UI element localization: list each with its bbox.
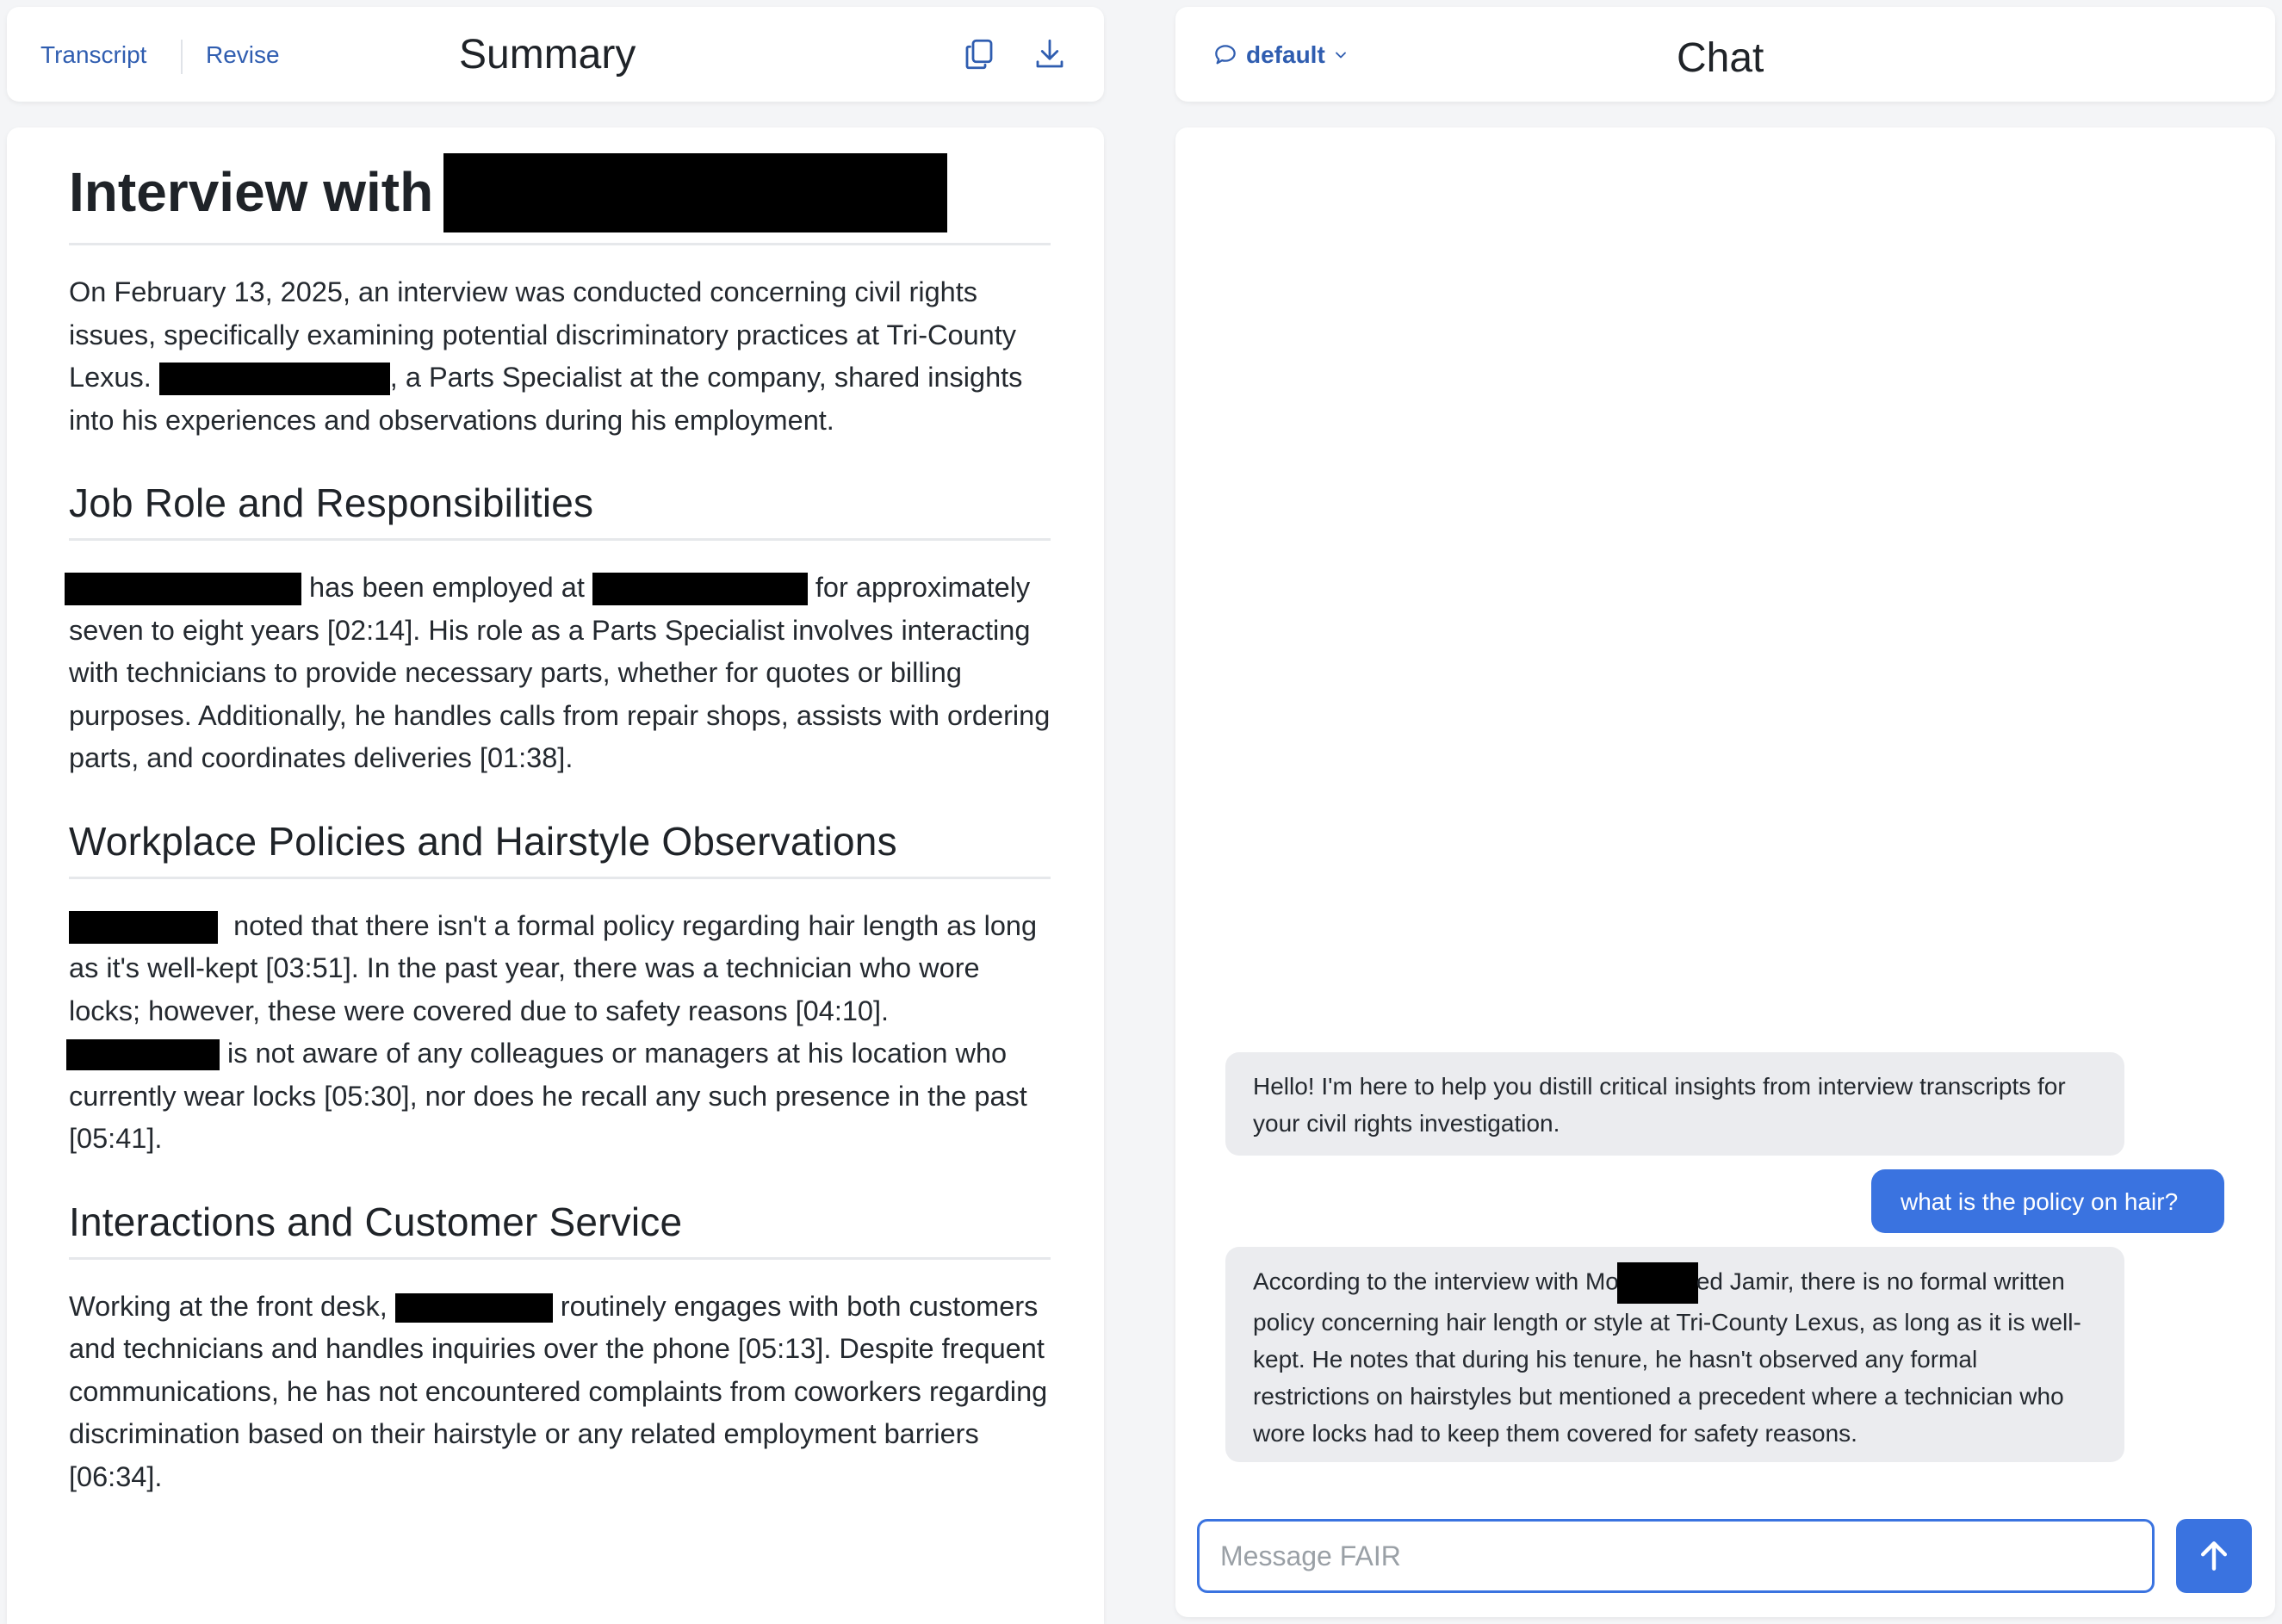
message-input[interactable] (1197, 1519, 2155, 1593)
summary-panel: Transcript Revise Summary Interview with… (7, 0, 1104, 1624)
policies-paragraph: noted that there isn't a formal policy r… (66, 905, 1051, 1161)
section-heading-interactions: Interactions and Customer Service (69, 1199, 1051, 1260)
send-button[interactable] (2176, 1519, 2252, 1593)
summary-title: Summary (459, 32, 636, 77)
chat-panel: default Chat Hello! I'm here to help you… (1175, 0, 2275, 1624)
model-selector[interactable]: default (1212, 41, 1349, 69)
bot-message-text: Hello! I'm here to help you distill crit… (1253, 1073, 2066, 1137)
chat-title: Chat (1677, 35, 1764, 81)
chat-header: default Chat (1175, 7, 2275, 102)
section-heading-job-role: Job Role and Responsibilities (69, 480, 1051, 541)
redaction-block (592, 573, 808, 606)
job-role-text-a: has been employed at (309, 572, 585, 603)
intro-paragraph: On February 13, 2025, an interview was c… (69, 271, 1051, 442)
redaction-block (158, 363, 390, 396)
redaction-block (1616, 1262, 1698, 1304)
user-message: what is the policy on hair? (1871, 1169, 2224, 1233)
header-divider (181, 40, 183, 74)
job-role-paragraph: has been employed at for approximately s… (65, 567, 1051, 780)
interactions-text-a: Working at the front desk, (69, 1290, 388, 1322)
bot-message-text-before: According to the interview with Mo (1253, 1268, 1619, 1295)
chevron-down-icon (1332, 46, 1349, 64)
document-title-text: Interview with (69, 161, 434, 224)
document-title: Interview with (69, 153, 1051, 245)
download-icon[interactable] (1032, 36, 1068, 72)
arrow-up-icon (2195, 1537, 2233, 1575)
redaction-block (394, 1292, 553, 1323)
copy-icon[interactable] (961, 36, 997, 72)
redaction-block (69, 910, 218, 944)
revise-link[interactable]: Revise (206, 41, 280, 69)
summary-document: Interview with On February 13, 2025, an … (7, 127, 1104, 1624)
chat-bubble-icon (1212, 41, 1239, 69)
document-content: Interview with On February 13, 2025, an … (65, 153, 1051, 1499)
bot-message: According to the interview with Mo ed Jam… (1225, 1247, 2124, 1462)
interactions-paragraph: Working at the front desk, routinely eng… (69, 1286, 1051, 1499)
user-message-text: what is the policy on hair? (1901, 1188, 2179, 1215)
bot-message: Hello! I'm here to help you distill crit… (1225, 1052, 2124, 1156)
transcript-link[interactable]: Transcript (40, 41, 146, 69)
summary-header: Transcript Revise Summary (7, 7, 1104, 102)
redaction-block (65, 573, 301, 606)
redaction-block (66, 1039, 220, 1071)
section-heading-workplace-policies: Workplace Policies and Hairstyle Observa… (69, 818, 1051, 879)
chat-body: Hello! I'm here to help you distill crit… (1175, 127, 2275, 1617)
redaction-block (443, 153, 948, 232)
model-label: default (1246, 41, 1325, 68)
